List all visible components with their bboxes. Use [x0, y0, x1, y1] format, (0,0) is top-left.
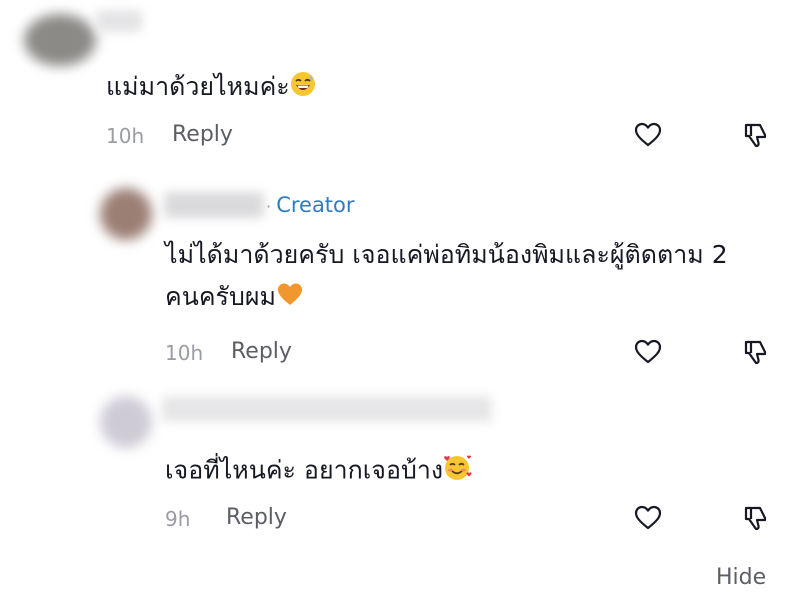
comment-text: แม่มาด้วยไหมค่ะ — [106, 70, 316, 106]
comment-time: 10h — [106, 124, 145, 148]
username[interactable] — [162, 396, 492, 422]
separator-dot: · — [266, 197, 272, 216]
hide-replies-button[interactable]: Hide — [716, 565, 766, 590]
avatar[interactable] — [24, 14, 96, 66]
like-heart-icon[interactable] — [633, 337, 663, 367]
comment-text: ไม่ได้มาด้วยครับ เจอแค่พ่อทิมน้องพิมและผ… — [165, 238, 728, 316]
comment-text-line: ไม่ได้มาด้วยครับ เจอแค่พ่อทิมน้องพิมและผ… — [165, 240, 728, 269]
orange-heart-emoji — [276, 281, 304, 316]
dislike-thumb-icon[interactable] — [740, 503, 770, 533]
comment-time: 10h — [165, 341, 204, 365]
grinning-sweat-emoji — [290, 71, 316, 106]
reply-button[interactable]: Reply — [172, 122, 233, 147]
comment-text: เจอที่ไหนค่ะ อยากเจอบ้าง — [165, 453, 473, 490]
like-heart-icon[interactable] — [633, 503, 663, 533]
username[interactable] — [96, 10, 142, 32]
dislike-thumb-icon[interactable] — [740, 337, 770, 367]
username[interactable] — [164, 192, 264, 218]
like-heart-icon[interactable] — [633, 120, 663, 150]
comment-time: 9h — [165, 507, 191, 531]
creator-badge: Creator — [276, 193, 355, 217]
reply-button[interactable]: Reply — [226, 505, 287, 530]
avatar[interactable] — [100, 188, 152, 240]
dislike-thumb-icon[interactable] — [740, 120, 770, 150]
comment-text-line: คนครับผม — [165, 282, 276, 311]
smiling-face-with-hearts-emoji — [443, 453, 473, 490]
reply-button[interactable]: Reply — [231, 339, 292, 364]
avatar[interactable] — [100, 396, 152, 448]
